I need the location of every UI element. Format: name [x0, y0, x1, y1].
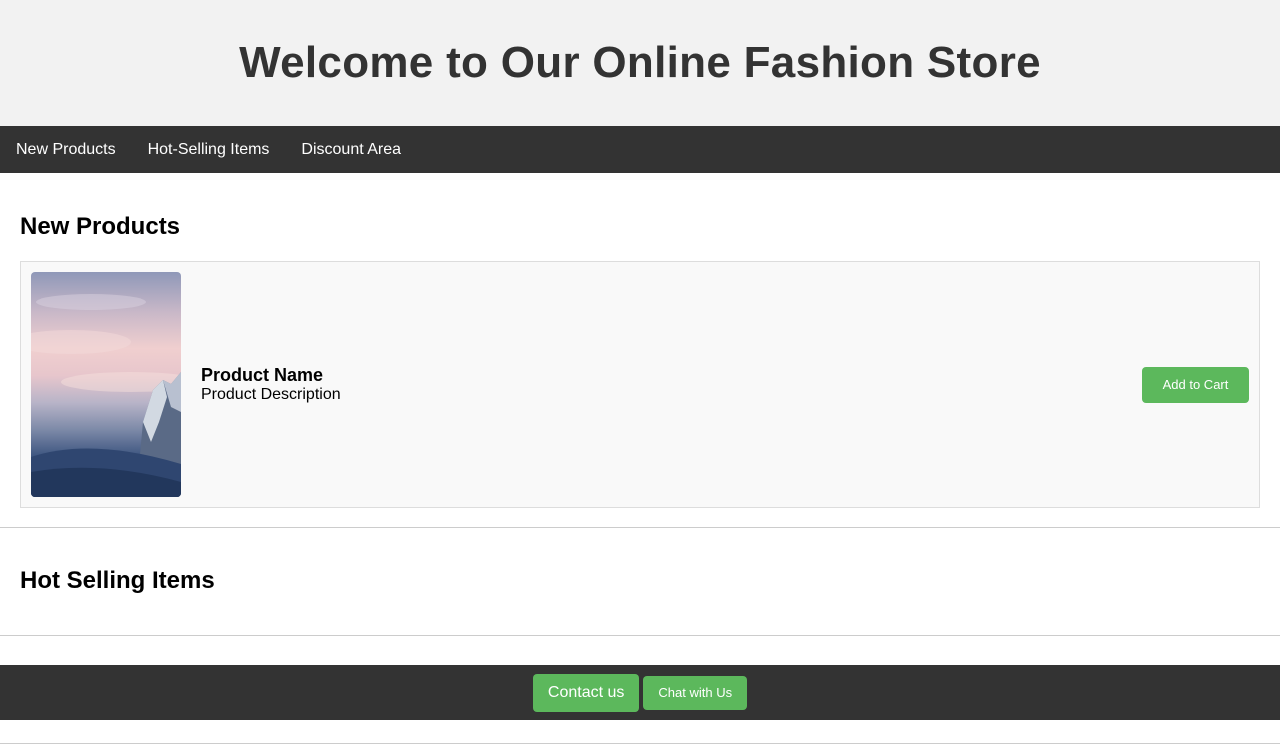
product-info: Product Name Product Description — [201, 365, 1142, 404]
contact-us-button[interactable]: Contact us — [532, 673, 640, 712]
chat-with-us-button[interactable]: Chat with Us — [643, 675, 748, 710]
nav-item-discount-area[interactable]: Discount Area — [285, 126, 417, 173]
product-name: Product Name — [201, 365, 324, 385]
product-description: Product Description — [201, 386, 341, 403]
hot-selling-heading: Hot Selling Items — [20, 567, 215, 594]
nav-item-hot-selling[interactable]: Hot-Selling Items — [132, 126, 286, 173]
mountain-photo-graphic — [31, 294, 181, 497]
nav-item-new-products[interactable]: New Products — [0, 126, 132, 173]
page-footer: Contact us Chat with Us — [0, 665, 1280, 720]
page-title: Welcome to Our Online Fashion Store — [239, 38, 1041, 87]
product-card: Product Name Product Description Add to … — [20, 261, 1260, 508]
new-products-section: New Products Product Name Product Descri… — [0, 173, 1280, 528]
new-products-heading: New Products — [20, 213, 181, 240]
add-to-cart-button[interactable]: Add to Cart — [1142, 366, 1249, 403]
hot-selling-section: Hot Selling Items — [0, 528, 1280, 636]
product-image[interactable] — [31, 272, 181, 497]
page-header: Welcome to Our Online Fashion Store — [0, 0, 1280, 126]
main-nav: New Products Hot-Selling Items Discount … — [0, 126, 1280, 173]
